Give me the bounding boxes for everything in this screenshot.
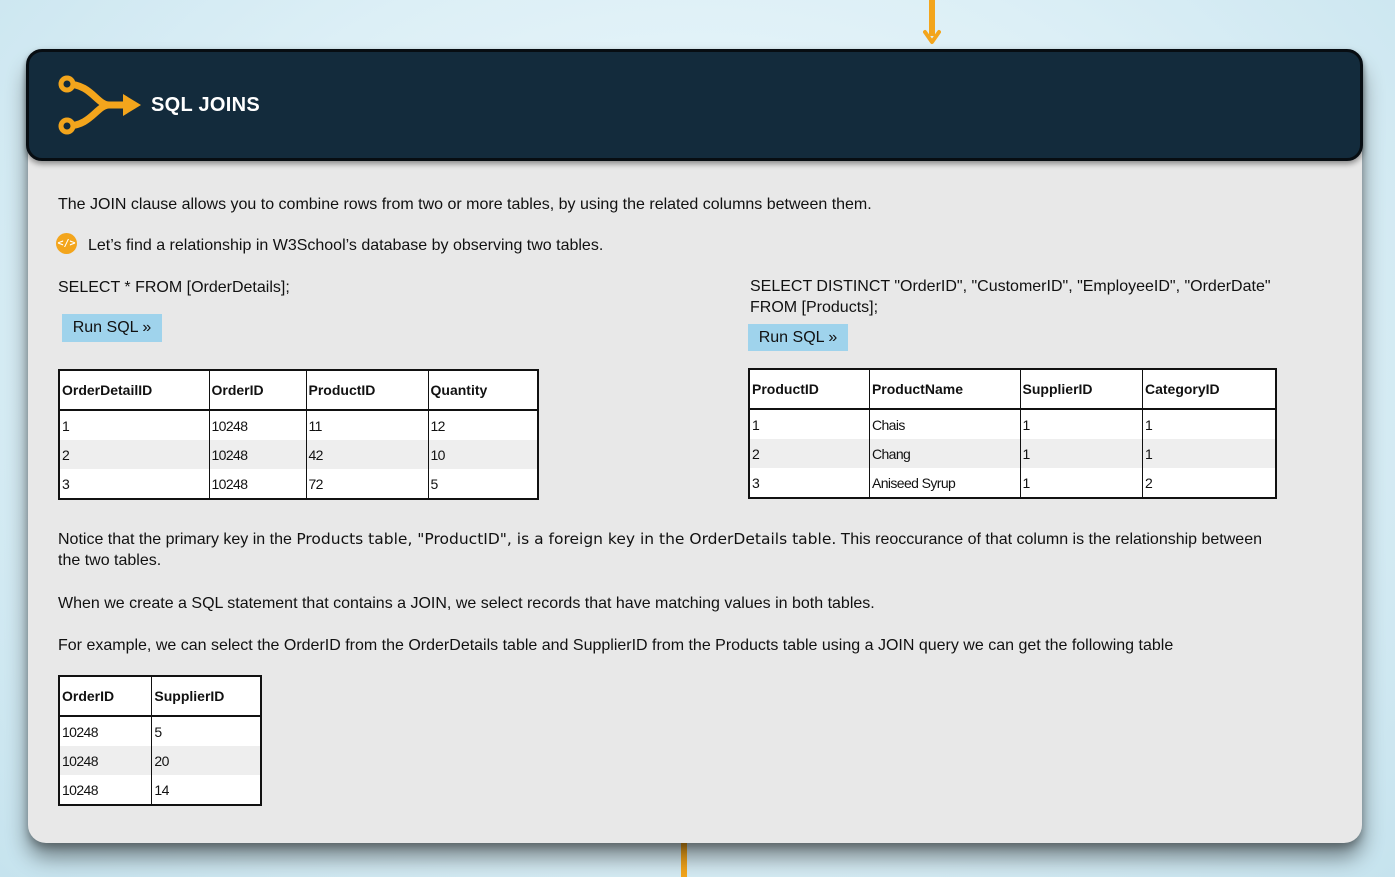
table-cell: 42 <box>305 440 428 469</box>
table-cell: 2 <box>1141 468 1276 498</box>
table-cell: 1 <box>59 410 209 440</box>
notice-part1: Notice that the primary key in the <box>58 531 297 548</box>
column-header: ProductID <box>749 369 870 410</box>
left-run-sql-button[interactable]: Run SQL » <box>62 314 162 342</box>
column-header: SupplierID <box>151 676 261 717</box>
table-cell: 3 <box>59 469 209 499</box>
table-cell: 10 <box>427 440 538 469</box>
table-header-row: OrderID SupplierID <box>59 676 261 717</box>
table-cell: 1 <box>1141 409 1276 439</box>
table-row: 10248 14 <box>59 775 261 805</box>
section-header: SQL JOINS <box>26 49 1363 161</box>
code-icon: </> <box>56 233 77 254</box>
table-row: 1 Chais 1 1 <box>749 409 1276 439</box>
notice-part2: Products table, "ProductID", is a foreig… <box>296 530 837 548</box>
table-cell: 10248 <box>208 440 306 469</box>
table-cell: 20 <box>151 746 261 775</box>
table-cell: 1 <box>1141 439 1276 468</box>
column-header: SupplierID <box>1019 369 1143 410</box>
table-row: 3 Aniseed Syrup 1 2 <box>749 468 1276 498</box>
table-row: 2 10248 42 10 <box>59 440 538 469</box>
column-header: ProductID <box>305 370 428 411</box>
right-run-sql-button[interactable]: Run SQL » <box>748 324 848 351</box>
column-header: OrderDetailID <box>59 370 209 411</box>
notice-text-line2: the two tables. <box>58 552 162 569</box>
table-cell: 10248 <box>59 716 152 746</box>
table-header-row: ProductID ProductName SupplierID Categor… <box>749 369 1276 410</box>
table-cell: 1 <box>1019 409 1143 439</box>
column-header: ProductName <box>868 369 1021 410</box>
join-arrow-icon <box>58 75 141 135</box>
table-row: 10248 20 <box>59 746 261 775</box>
table-header-row: OrderDetailID OrderID ProductID Quantity <box>59 370 538 411</box>
page-title: SQL JOINS <box>151 94 261 116</box>
right-sql-statement-line1: SELECT DISTINCT "OrderID", "CustomerID",… <box>750 278 1271 295</box>
notice-text-line1: Notice that the primary key in the Produ… <box>58 529 1262 550</box>
top-connector-arrow-icon <box>923 0 941 44</box>
notice-part3: This reoccurance of that column is the r… <box>836 531 1262 548</box>
products-table: ProductID ProductName SupplierID Categor… <box>748 368 1277 499</box>
table-cell: 1 <box>1019 439 1143 468</box>
table-cell: 12 <box>427 410 538 440</box>
table-cell: 5 <box>427 469 538 499</box>
table-cell: 2 <box>749 439 870 468</box>
table-cell: 1 <box>749 409 870 439</box>
example-text: For example, we can select the OrderID f… <box>58 637 1174 654</box>
table-cell: 11 <box>305 410 428 440</box>
column-header: OrderID <box>59 676 152 717</box>
table-cell: Chang <box>868 439 1021 468</box>
table-cell: 10248 <box>59 746 152 775</box>
table-cell: 14 <box>151 775 261 805</box>
column-header: Quantity <box>427 370 538 411</box>
table-row: 10248 5 <box>59 716 261 746</box>
table-cell: Aniseed Syrup <box>868 468 1021 498</box>
table-cell: 72 <box>305 469 428 499</box>
table-cell: 3 <box>749 468 870 498</box>
table-cell: Chais <box>868 409 1021 439</box>
table-cell: 10248 <box>59 775 152 805</box>
bottom-connector-line <box>681 843 687 877</box>
intro-text: The JOIN clause allows you to combine ro… <box>58 196 872 213</box>
join-explanation-text: When we create a SQL statement that cont… <box>58 595 875 612</box>
table-row: 2 Chang 1 1 <box>749 439 1276 468</box>
table-cell: 5 <box>151 716 261 746</box>
join-result-table: OrderID SupplierID 10248 5 10248 20 1024… <box>58 675 262 806</box>
table-row: 3 10248 72 5 <box>59 469 538 499</box>
column-header: CategoryID <box>1141 369 1276 410</box>
table-cell: 10248 <box>208 469 306 499</box>
order-details-table: OrderDetailID OrderID ProductID Quantity… <box>58 369 539 500</box>
right-sql-statement-line2: FROM [Products]; <box>750 299 879 316</box>
tip-text: Let’s find a relationship in W3School’s … <box>88 237 604 254</box>
table-row: 1 10248 11 12 <box>59 410 538 440</box>
left-sql-statement: SELECT * FROM [OrderDetails]; <box>58 279 290 296</box>
table-cell: 2 <box>59 440 209 469</box>
table-cell: 1 <box>1019 468 1143 498</box>
table-cell: 10248 <box>208 410 306 440</box>
column-header: OrderID <box>208 370 306 411</box>
